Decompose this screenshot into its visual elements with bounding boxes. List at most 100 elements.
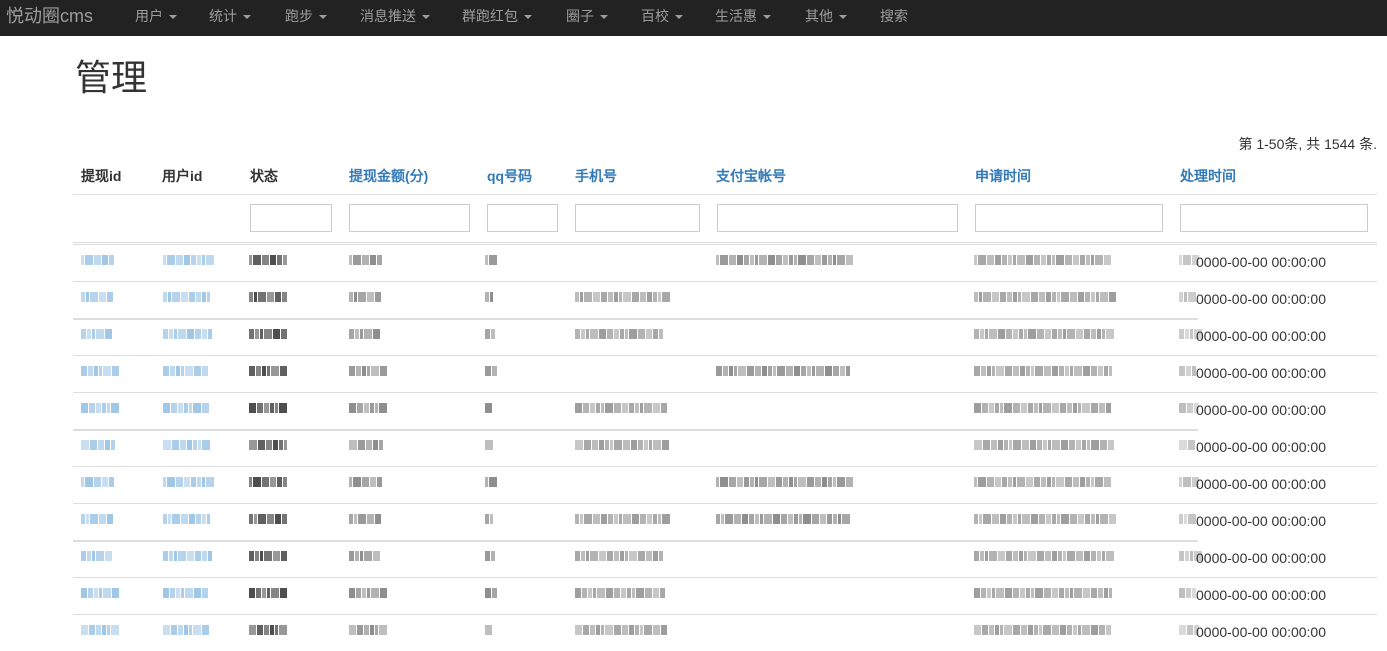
brand-logo[interactable]: 悦动圈cms xyxy=(6,6,93,26)
status-redacted xyxy=(249,403,288,415)
user-id-redacted[interactable] xyxy=(163,366,209,378)
status-redacted xyxy=(249,514,288,526)
withdraw-id-redacted[interactable] xyxy=(81,514,114,526)
nav-users-menu[interactable]: 用户 xyxy=(135,0,177,36)
top-navbar: 悦动圈cms 用户 统计 跑步 消息推送 群跑红包 圈子 百校 生活惠 其他 搜… xyxy=(0,0,1387,36)
caret-down-icon xyxy=(675,15,683,20)
phone-redacted xyxy=(575,625,668,637)
table-row: 0000-00-00 00:00:00 xyxy=(73,614,1377,651)
amount-redacted xyxy=(349,588,388,600)
amount-filter-input[interactable] xyxy=(349,204,470,232)
nav-school-menu[interactable]: 百校 xyxy=(641,0,683,36)
withdraw-id-redacted[interactable] xyxy=(81,366,120,378)
user-id-redacted[interactable] xyxy=(163,403,210,415)
withdraw-id-redacted[interactable] xyxy=(81,477,115,489)
nav-life-menu[interactable]: 生活惠 xyxy=(715,0,771,36)
process-time-cell: 0000-00-00 00:00:00 xyxy=(1196,291,1326,307)
caret-down-icon xyxy=(169,15,177,20)
withdraw-id-redacted[interactable] xyxy=(81,292,114,304)
status-filter-input[interactable] xyxy=(250,204,332,232)
nav-label: 圈子 xyxy=(566,8,594,24)
process-time-cell: 0000-00-00 00:00:00 xyxy=(1196,624,1326,640)
nav-other-menu[interactable]: 其他 xyxy=(805,0,847,36)
process-time-filter-input[interactable] xyxy=(1180,204,1368,232)
row-divider xyxy=(73,503,1377,504)
qq-redacted xyxy=(485,625,493,637)
withdraw-id-redacted[interactable] xyxy=(81,625,120,637)
page-title: 管理 xyxy=(75,58,148,99)
process-time-mask-redacted xyxy=(1179,514,1197,526)
withdraw-id-redacted[interactable] xyxy=(81,329,113,341)
alipay-filter-input[interactable] xyxy=(717,204,958,232)
row-divider xyxy=(73,466,1377,467)
user-id-redacted[interactable] xyxy=(163,514,211,526)
amount-redacted xyxy=(349,551,381,563)
process-time-cell: 0000-00-00 00:00:00 xyxy=(1196,402,1326,418)
phone-redacted xyxy=(575,588,666,600)
apply-time-filter-input[interactable] xyxy=(975,204,1163,232)
sort-amount-link[interactable]: 提现金额(分) xyxy=(349,166,428,186)
process-time-cell: 0000-00-00 00:00:00 xyxy=(1196,439,1326,455)
withdraw-id-redacted[interactable] xyxy=(81,403,120,415)
row-divider xyxy=(73,355,1377,356)
nav-circle-menu[interactable]: 圈子 xyxy=(566,0,608,36)
row-divider xyxy=(73,244,1377,245)
user-id-redacted[interactable] xyxy=(163,440,211,452)
phone-redacted xyxy=(575,403,668,415)
nav-stats-menu[interactable]: 统计 xyxy=(209,0,251,36)
user-id-redacted[interactable] xyxy=(163,329,213,341)
user-id-redacted[interactable] xyxy=(163,255,215,267)
nav-running-menu[interactable]: 跑步 xyxy=(285,0,327,36)
amount-redacted xyxy=(349,477,383,489)
qq-redacted xyxy=(485,514,494,526)
process-time-cell: 0000-00-00 00:00:00 xyxy=(1196,254,1326,270)
sort-process-time-link[interactable]: 处理时间 xyxy=(1180,166,1236,186)
amount-redacted xyxy=(349,403,388,415)
process-time-mask-redacted xyxy=(1179,292,1197,304)
table-row: 0000-00-00 00:00:00 xyxy=(73,429,1377,466)
nav-search-link[interactable]: 搜索 xyxy=(880,0,908,36)
qq-filter-input[interactable] xyxy=(487,204,558,232)
table-row: 0000-00-00 00:00:00 xyxy=(73,466,1377,503)
withdraw-id-redacted[interactable] xyxy=(81,588,120,600)
table-row: 0000-00-00 00:00:00 xyxy=(73,318,1377,355)
qq-redacted xyxy=(485,477,498,489)
caret-down-icon xyxy=(763,15,771,20)
process-time-cell: 0000-00-00 00:00:00 xyxy=(1196,587,1326,603)
caret-down-icon xyxy=(839,15,847,20)
user-id-redacted[interactable] xyxy=(163,588,209,600)
user-id-redacted[interactable] xyxy=(163,477,215,489)
withdraw-id-redacted[interactable] xyxy=(81,255,115,267)
process-time-cell: 0000-00-00 00:00:00 xyxy=(1196,550,1326,566)
caret-down-icon xyxy=(524,15,532,20)
row-divider xyxy=(73,429,1198,431)
user-id-redacted[interactable] xyxy=(163,551,213,563)
user-id-redacted[interactable] xyxy=(163,292,211,304)
amount-redacted xyxy=(349,625,388,637)
qq-redacted xyxy=(485,329,496,341)
filter-divider xyxy=(73,242,1377,243)
nav-push-menu[interactable]: 消息推送 xyxy=(360,0,430,36)
sort-alipay-link[interactable]: 支付宝帐号 xyxy=(716,166,786,186)
apply-time-redacted xyxy=(974,255,1112,267)
nav-redpacket-menu[interactable]: 群跑红包 xyxy=(462,0,532,36)
qq-redacted xyxy=(485,255,498,267)
user-id-redacted[interactable] xyxy=(163,625,210,637)
qq-redacted xyxy=(485,588,498,600)
withdraw-id-redacted[interactable] xyxy=(81,440,116,452)
row-divider xyxy=(73,318,1198,320)
process-time-cell: 0000-00-00 00:00:00 xyxy=(1196,328,1326,344)
apply-time-redacted xyxy=(974,551,1115,563)
status-redacted xyxy=(249,588,288,600)
nav-label: 跑步 xyxy=(285,8,313,24)
apply-time-redacted xyxy=(974,514,1117,526)
nav-label: 百校 xyxy=(641,8,669,24)
status-redacted xyxy=(249,625,288,637)
sort-apply-time-link[interactable]: 申请时间 xyxy=(975,166,1031,186)
withdraw-id-redacted[interactable] xyxy=(81,551,113,563)
phone-filter-input[interactable] xyxy=(575,204,700,232)
process-time-cell: 0000-00-00 00:00:00 xyxy=(1196,476,1326,492)
sort-phone-link[interactable]: 手机号 xyxy=(575,166,617,186)
table-row: 0000-00-00 00:00:00 xyxy=(73,540,1377,577)
sort-qq-link[interactable]: qq号码 xyxy=(487,166,532,186)
